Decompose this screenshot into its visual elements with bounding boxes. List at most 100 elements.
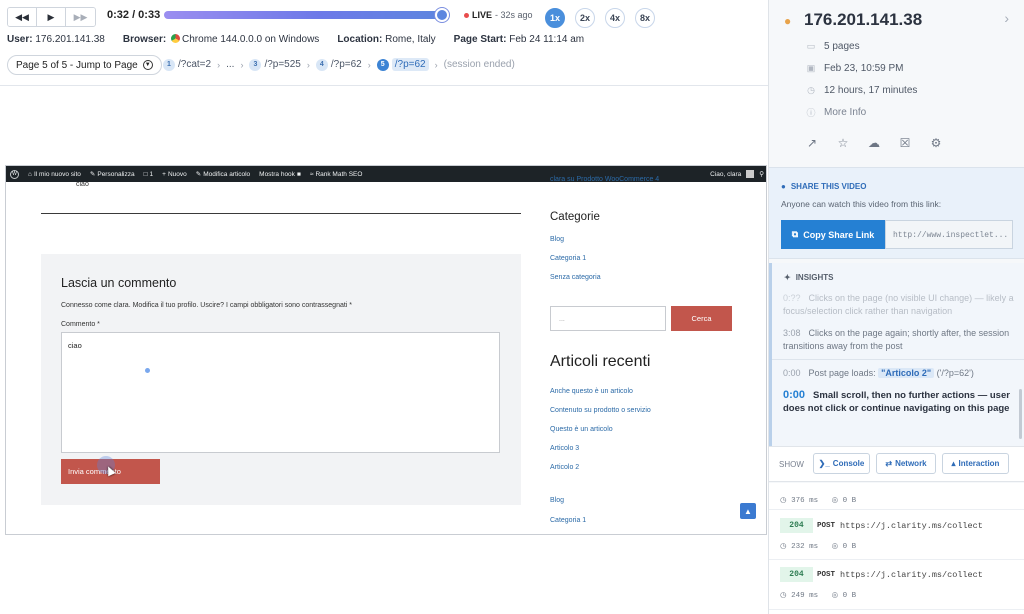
status-badge: 204	[780, 567, 813, 582]
recent-post-link[interactable]: Articolo 2	[550, 464, 579, 471]
crumb-number: 1	[163, 58, 175, 71]
request-size: 0 B	[842, 497, 857, 505]
request-url: https://j.clarity.ms/collect	[840, 521, 983, 531]
plus-icon: +	[162, 170, 166, 178]
network-row[interactable]: 204 POST https://j.clarity.ms/collect ◷ …	[769, 561, 1024, 610]
search-input[interactable]: ...	[550, 306, 666, 331]
insight-item[interactable]: 0:?? Clicks on the page (no visible UI ch…	[783, 292, 1019, 318]
insights-section: ✦ INSIGHTS 0:?? Clicks on the page (no vis…	[769, 263, 1024, 446]
speed-8x-button[interactable]: 8x	[635, 8, 655, 28]
admin-seo[interactable]: ≈ Rank Math SEO	[310, 171, 363, 178]
fast-forward-icon[interactable]: ▶▶	[66, 8, 95, 26]
playback-time: 0:32 / 0:33	[107, 9, 161, 21]
admin-comments-count: 1	[149, 170, 154, 178]
meta-location: Location: Rome, Italy	[337, 34, 435, 45]
admin-edit[interactable]: ✎ Modifica articolo	[196, 170, 250, 179]
progress-handle[interactable]	[435, 8, 450, 22]
size-icon: ◎	[831, 543, 839, 551]
clock-icon: ◷	[807, 85, 815, 95]
insight-text: Clicks on the page (no visible UI change…	[783, 293, 1014, 316]
trash-icon[interactable]: ☒	[898, 136, 912, 150]
interaction-filter-button[interactable]: ▴ Interaction	[942, 453, 1009, 474]
crumb-page-1[interactable]: 1/?cat=2	[163, 58, 211, 71]
category-link[interactable]: Blog	[550, 236, 564, 243]
share-icon[interactable]: ↗	[805, 136, 819, 150]
share-section: ● SHARE THIS VIDEO Anyone can watch this …	[769, 167, 1024, 259]
play-icon[interactable]: ▶	[37, 8, 66, 26]
insight-text: Clicks on the page again; shortly after,…	[783, 328, 1010, 351]
footer-link[interactable]: Blog	[550, 497, 564, 504]
insight-path: ('/?p=62')	[936, 368, 974, 378]
speed-2x-button[interactable]: 2x	[575, 8, 595, 28]
comment-textarea[interactable]: ciao	[61, 332, 500, 453]
admin-new[interactable]: + Nuovo	[162, 171, 187, 178]
admin-hooks[interactable]: Mostra hook ■	[259, 171, 301, 178]
crumb-page-5[interactable]: 5/?p=62	[376, 58, 429, 71]
recent-post-link[interactable]: Anche questo è un articolo	[550, 388, 633, 395]
chart-icon: ≈	[309, 170, 314, 178]
crumb-page-3[interactable]: 3/?p=525	[249, 58, 301, 71]
recent-post-link[interactable]: Questo è un articolo	[550, 426, 613, 433]
admin-comments[interactable]: □ 1	[144, 171, 154, 178]
meta-browser: Browser: Chrome 144.0.0.0 on Windows	[123, 34, 319, 45]
brush-icon: ✎	[89, 171, 96, 178]
meta-user-label: User:	[7, 34, 33, 45]
meta-page-start: Page Start: Feb 24 11:14 am	[454, 34, 584, 45]
star-icon[interactable]: ☆	[836, 136, 850, 150]
more-info-label: More Info	[824, 107, 867, 118]
chevron-right-icon[interactable]: ›	[1004, 10, 1009, 26]
comment-form-title: Lascia un commento	[61, 276, 177, 290]
crumb-ellipsis[interactable]: ...	[226, 59, 234, 70]
speed-4x-button[interactable]: 4x	[605, 8, 625, 28]
wordpress-logo-icon[interactable]: W	[10, 169, 19, 179]
console-filter-button[interactable]: ❯_ Console	[813, 453, 870, 474]
recent-post-link[interactable]: Contenuto su prodotto o servizio	[550, 407, 651, 414]
cloud-download-icon[interactable]: ☁	[867, 136, 881, 150]
rewind-icon[interactable]: ◀◀	[8, 8, 37, 26]
session-meta: User: 176.201.141.38 Browser: Chrome 144…	[7, 34, 602, 45]
show-label: SHOW	[779, 460, 804, 469]
network-row[interactable]: ◷ 376 ms ◎ 0 B	[769, 483, 1024, 510]
request-meta: ◷ 232 ms ◎ 0 B	[780, 541, 856, 551]
category-link[interactable]: Senza categoria	[550, 274, 601, 281]
recent-post-link[interactable]: Articolo 3	[550, 445, 579, 452]
meta-browser-label: Browser:	[122, 34, 167, 45]
meta-start-label: Page Start:	[453, 34, 507, 45]
chevron-right-icon: ›	[306, 59, 310, 70]
speed-1x-button[interactable]: 1x	[545, 8, 565, 28]
info-icon: ⓘ	[806, 108, 816, 118]
share-url-field[interactable]: http://www.inspectlet...	[885, 220, 1013, 249]
status-badge: 204	[780, 518, 813, 533]
copy-share-link-button[interactable]: ⧉ Copy Share Link	[781, 220, 885, 249]
footer-link[interactable]: Categoria 1	[550, 517, 586, 524]
admin-site-name[interactable]: ⌂ Il mio nuovo sito	[28, 171, 81, 178]
insight-current[interactable]: 0:00 Small scroll, then no further action…	[783, 389, 1019, 415]
live-ago: - 32s ago	[495, 10, 533, 20]
jump-to-page-dropdown[interactable]: Page 5 of 5 - Jump to Page ▼	[7, 55, 162, 75]
network-filter-button[interactable]: ⇄ Network	[876, 453, 936, 474]
network-row[interactable]: 204 POST https://j.clarity.ms/collect ◷ …	[769, 511, 1024, 560]
crumb-page-4[interactable]: 4/?p=62	[315, 58, 362, 71]
insights-scrollbar[interactable]	[1019, 389, 1022, 439]
search-button[interactable]: Cerca	[671, 306, 732, 331]
search-icon[interactable]: ⚲	[759, 170, 764, 178]
admin-customize[interactable]: ✎ Personalizza	[89, 170, 135, 179]
lock-icon: ■	[296, 170, 301, 178]
insight-item[interactable]: 3:08 Clicks on the page again; shortly af…	[783, 327, 1019, 353]
progress-bar[interactable]	[164, 8, 450, 22]
chevron-down-icon: ▼	[142, 60, 153, 70]
gear-icon[interactable]: ⚙	[929, 136, 943, 150]
insight-page-load[interactable]: 0:00 Post page loads: "Articolo 2" ('/?p=…	[783, 367, 1019, 380]
page-breadcrumbs: 1/?cat=2 › ... › 3/?p=525 › 4/?p=62 › 5/…	[163, 58, 515, 71]
admin-new-label: Nuovo	[167, 170, 187, 178]
users-icon: ●	[781, 182, 786, 191]
recent-comment-link[interactable]: clara su Prodotto WooCommerce 4	[550, 176, 659, 183]
info-pages: ▭ 5 pages	[806, 41, 860, 52]
category-link[interactable]: Categoria 1	[550, 255, 586, 262]
admin-account[interactable]: Ciao, clara ⚲	[710, 170, 764, 178]
console-filter-label: Console	[832, 459, 865, 468]
crumb-label: /?p=62	[391, 58, 429, 71]
more-info-link[interactable]: ⓘ More Info	[806, 106, 866, 119]
chevron-right-icon: ›	[240, 59, 244, 70]
arrow-up-icon[interactable]: ▲	[740, 503, 756, 519]
